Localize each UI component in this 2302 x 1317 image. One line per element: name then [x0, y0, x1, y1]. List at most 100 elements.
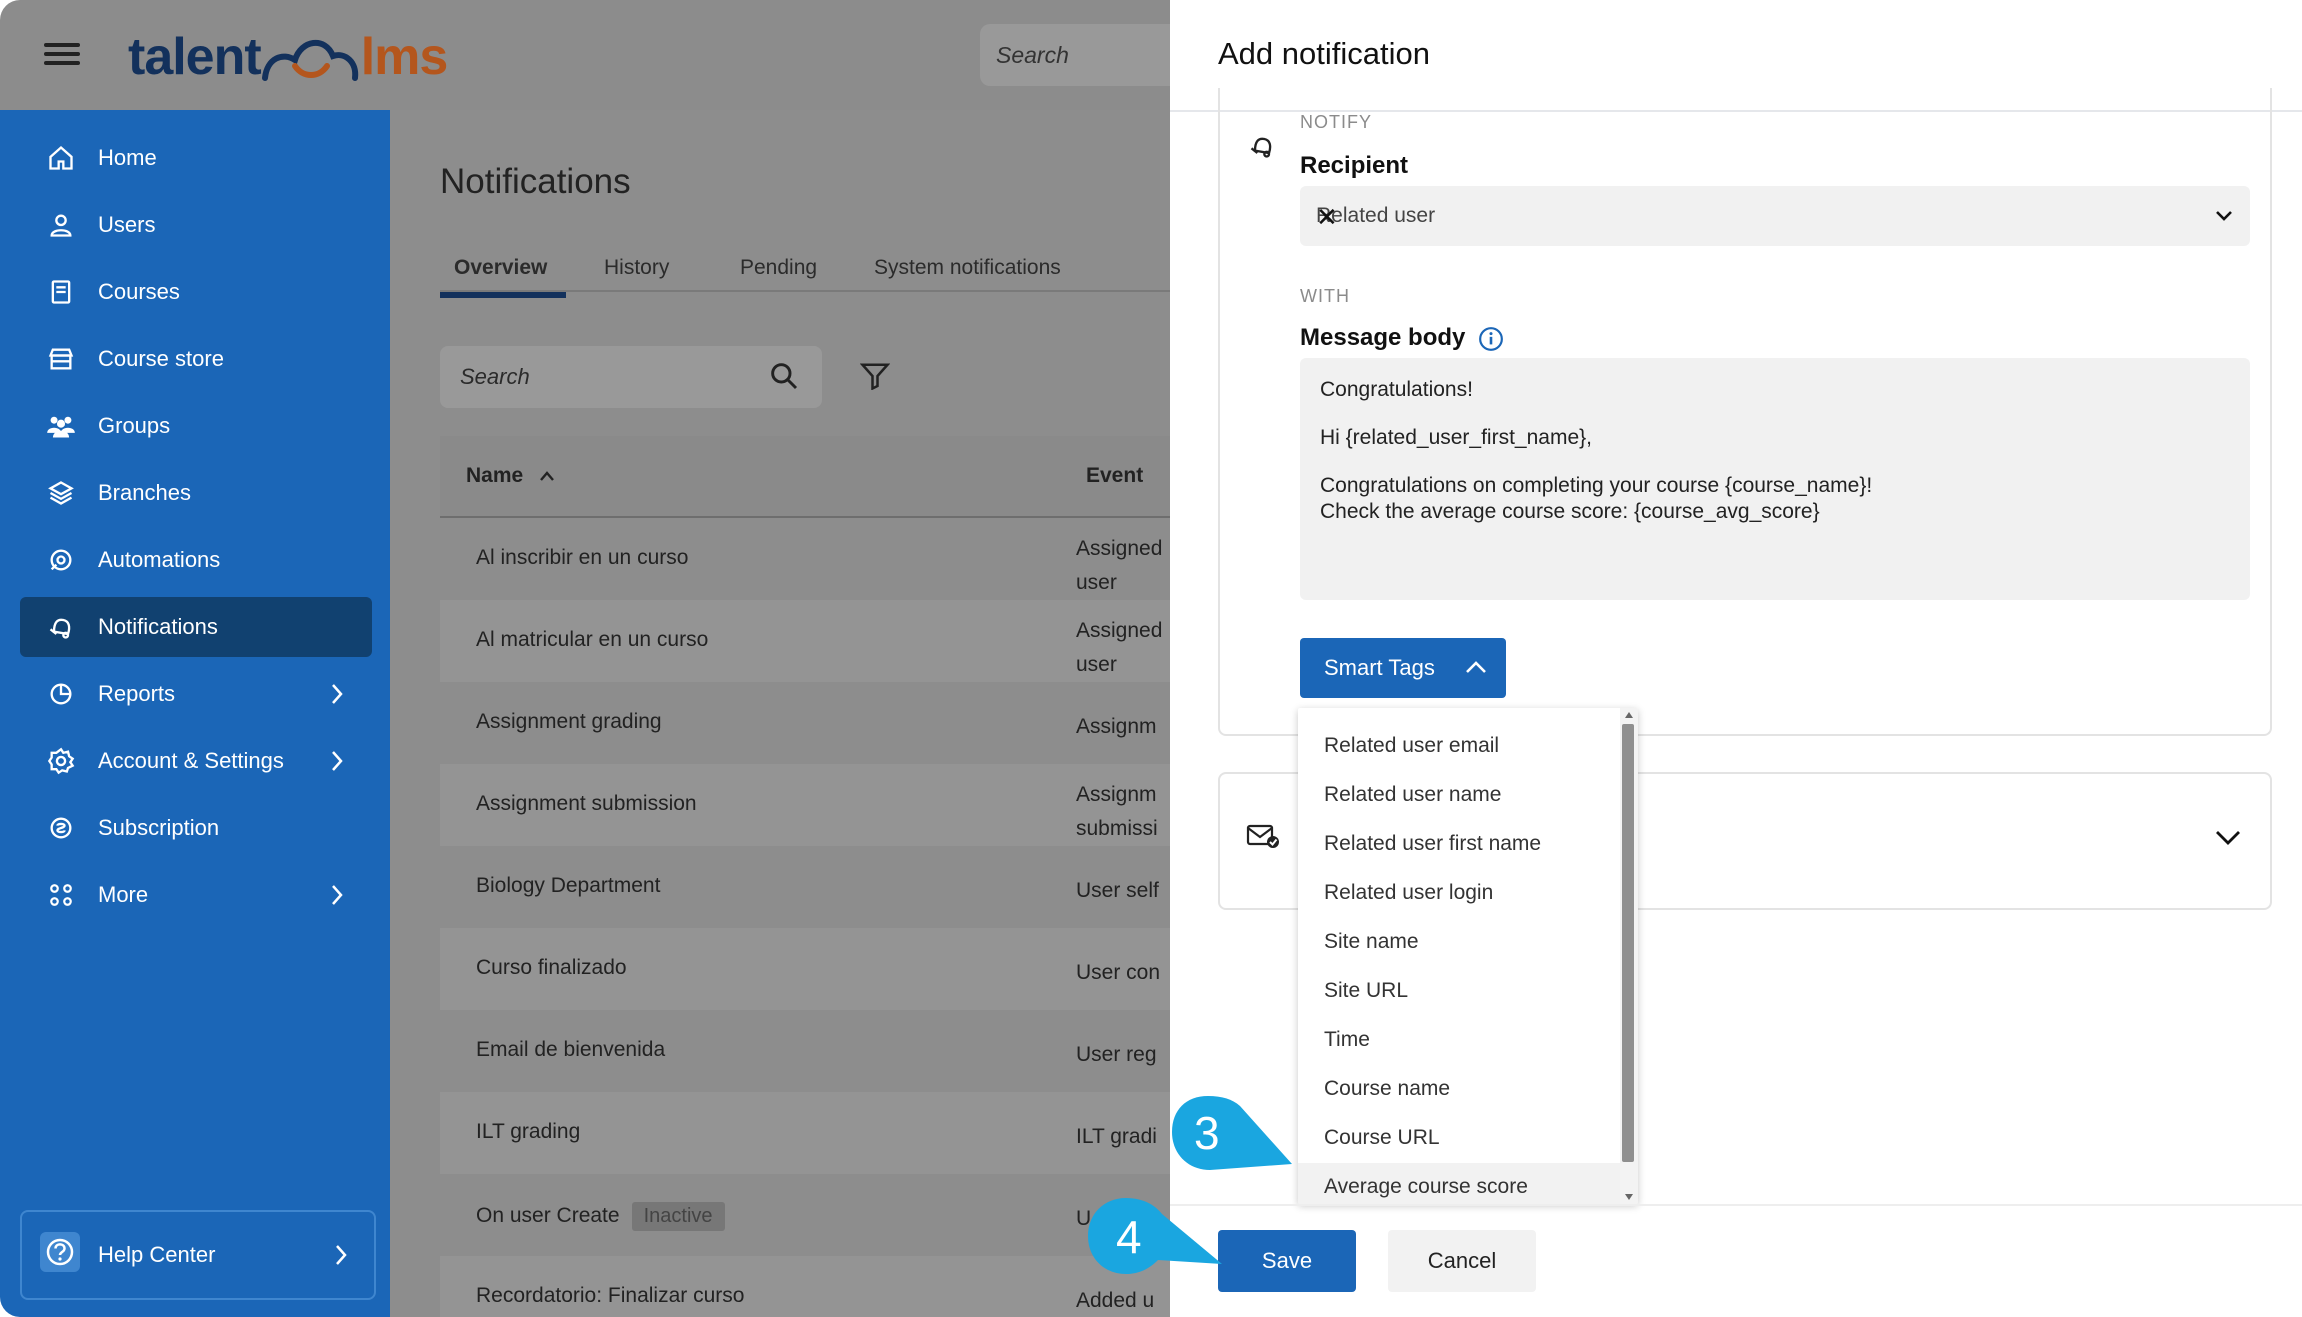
- sidebar-item-groups[interactable]: Groups: [20, 396, 372, 456]
- table-row[interactable]: Al inscribir en un curso Assigned user: [440, 518, 1170, 600]
- column-header-name[interactable]: Name: [466, 464, 555, 488]
- layers-icon: [46, 478, 76, 508]
- tab-pending[interactable]: Pending: [740, 256, 817, 280]
- info-icon[interactable]: [1478, 326, 1504, 352]
- envelope-check-icon: [1246, 824, 1279, 848]
- clear-icon[interactable]: ✕: [1316, 202, 2184, 233]
- panel-title: Add notification: [1218, 36, 1430, 71]
- scroll-up-icon[interactable]: [1625, 712, 1633, 718]
- smart-tag-option[interactable]: Site name: [1298, 918, 1620, 967]
- smart-tag-option[interactable]: Course name: [1298, 1065, 1620, 1114]
- user-icon: [46, 210, 76, 240]
- recipient-label: Recipient: [1300, 152, 1409, 179]
- gear-icon: [46, 746, 76, 776]
- scroll-down-icon[interactable]: [1625, 1194, 1633, 1200]
- cancel-button[interactable]: Cancel: [1388, 1230, 1536, 1292]
- talentlms-logo: talent lms: [128, 22, 448, 92]
- row-name: Recordatorio: Finalizar curso: [476, 1284, 745, 1307]
- table-row[interactable]: Al matricular en un curso Assigned user: [440, 600, 1170, 682]
- row-event: ILT gradi: [1076, 1125, 1157, 1148]
- search-icon[interactable]: [768, 360, 800, 392]
- table-row[interactable]: ILT grading ILT gradi: [440, 1092, 1170, 1174]
- table-row[interactable]: Biology Department User self: [440, 846, 1170, 928]
- smart-tags-label: Smart Tags: [1324, 655, 1435, 680]
- recipient-select[interactable]: Related user ✕: [1300, 186, 2250, 246]
- app-window: talent lms Search Home Users Courses Cou…: [0, 0, 2302, 1317]
- smart-tag-option[interactable]: Site URL: [1298, 967, 1620, 1016]
- step-3-callout: [1172, 1096, 1292, 1170]
- table-row[interactable]: Assignment grading Assignm: [440, 682, 1170, 764]
- grid-icon: [46, 880, 76, 910]
- table-row[interactable]: Assignment submission Assignm submissi: [440, 764, 1170, 846]
- sidebar-item-label: Course store: [98, 346, 224, 371]
- sidebar-item-notifications[interactable]: Notifications: [20, 597, 372, 657]
- smart-tag-option[interactable]: Course URL: [1298, 1114, 1620, 1163]
- chevron-up-icon: [1466, 661, 1486, 673]
- row-event: User reg: [1076, 1043, 1157, 1066]
- row-event-line: user: [1076, 571, 1117, 594]
- table-row[interactable]: Recordatorio: Finalizar curso Added u: [440, 1256, 1170, 1317]
- chevron-down-icon[interactable]: [2212, 204, 2236, 228]
- chevron-down-icon[interactable]: [2212, 824, 2244, 850]
- tab-bar: Overview History Pending System notifica…: [440, 240, 1170, 292]
- sidebar-item-subscription[interactable]: Subscription: [20, 798, 372, 858]
- dropdown-scrollbar[interactable]: [1620, 708, 1638, 1204]
- smart-tag-label: Course name: [1324, 1077, 1451, 1100]
- tab-history[interactable]: History: [604, 256, 669, 280]
- step-3-number: 3: [1194, 1107, 1220, 1159]
- message-body-textarea[interactable]: Congratulations! Hi {related_user_first_…: [1300, 358, 2250, 600]
- smart-tag-option[interactable]: Related user email: [1298, 722, 1620, 771]
- table-row[interactable]: On user Create Inactive U: [440, 1174, 1170, 1256]
- hamburger-menu-icon[interactable]: [44, 38, 80, 72]
- scrollbar-thumb[interactable]: [1622, 724, 1634, 1162]
- sidebar-item-automations[interactable]: Automations: [20, 530, 372, 590]
- table-row[interactable]: Email de bienvenida User reg: [440, 1010, 1170, 1092]
- smart-tag-label: Related user login: [1324, 881, 1494, 904]
- logo-text-left: talent: [128, 28, 262, 86]
- row-event: Assignm submissi: [1076, 778, 1170, 846]
- filter-icon[interactable]: [860, 362, 890, 390]
- sidebar-item-label: Reports: [98, 681, 176, 706]
- tab-system-notifications[interactable]: System notifications: [874, 256, 1061, 280]
- sidebar-item-label: Account & Settings: [98, 748, 284, 773]
- notifications-search-input[interactable]: Search: [440, 346, 822, 408]
- sidebar-item-more[interactable]: More: [20, 865, 372, 925]
- smart-tag-option[interactable]: Related user login: [1298, 869, 1620, 918]
- sidebar-item-courses[interactable]: Courses: [20, 262, 372, 322]
- smart-tag-label: Average course score: [1324, 1175, 1528, 1198]
- tab-overview[interactable]: Overview: [454, 256, 547, 280]
- row-event: User self: [1076, 879, 1159, 902]
- message-body-label: Message body: [1300, 324, 1466, 351]
- row-name: Assignment grading: [476, 710, 662, 733]
- smart-tag-option-average-course-score[interactable]: Average course score: [1298, 1163, 1620, 1204]
- global-search-input[interactable]: Search: [980, 24, 1180, 86]
- smart-tag-option[interactable]: Related user name: [1298, 771, 1620, 820]
- chevron-right-icon: [336, 1245, 347, 1265]
- panel-footer-divider: [1170, 1204, 2302, 1206]
- subscription-icon: [46, 813, 76, 843]
- row-name: Curso finalizado: [476, 956, 627, 979]
- smart-tags-button[interactable]: Smart Tags: [1300, 638, 1506, 698]
- smart-tag-label: Related user email: [1324, 734, 1500, 757]
- smart-tag-option[interactable]: Related user first name: [1298, 820, 1620, 869]
- save-button[interactable]: Save: [1218, 1230, 1356, 1292]
- notification-bell-icon: [1250, 137, 1272, 158]
- smart-tag-option[interactable]: Time: [1298, 1016, 1620, 1065]
- smart-tag-label: Time: [1324, 1028, 1370, 1051]
- groups-icon: [46, 411, 76, 441]
- sidebar-item-branches[interactable]: Branches: [20, 463, 372, 523]
- sidebar-item-reports[interactable]: Reports: [20, 664, 372, 724]
- sidebar-item-course-store[interactable]: Course store: [20, 329, 372, 389]
- sidebar-item-home[interactable]: Home: [20, 128, 372, 188]
- help-circle-icon: [40, 1232, 80, 1278]
- sort-ascending-icon[interactable]: [539, 470, 555, 482]
- store-icon: [46, 344, 76, 374]
- row-event: User con: [1076, 961, 1161, 984]
- smart-tag-label: Site URL: [1324, 979, 1409, 1002]
- sidebar-item-users[interactable]: Users: [20, 195, 372, 255]
- sidebar-item-account-settings[interactable]: Account & Settings: [20, 731, 372, 791]
- column-header-event[interactable]: Event: [1086, 464, 1143, 488]
- table-row[interactable]: Curso finalizado User con: [440, 928, 1170, 1010]
- help-center-button[interactable]: Help Center: [20, 1210, 376, 1300]
- smart-tag-label: Site name: [1324, 930, 1419, 953]
